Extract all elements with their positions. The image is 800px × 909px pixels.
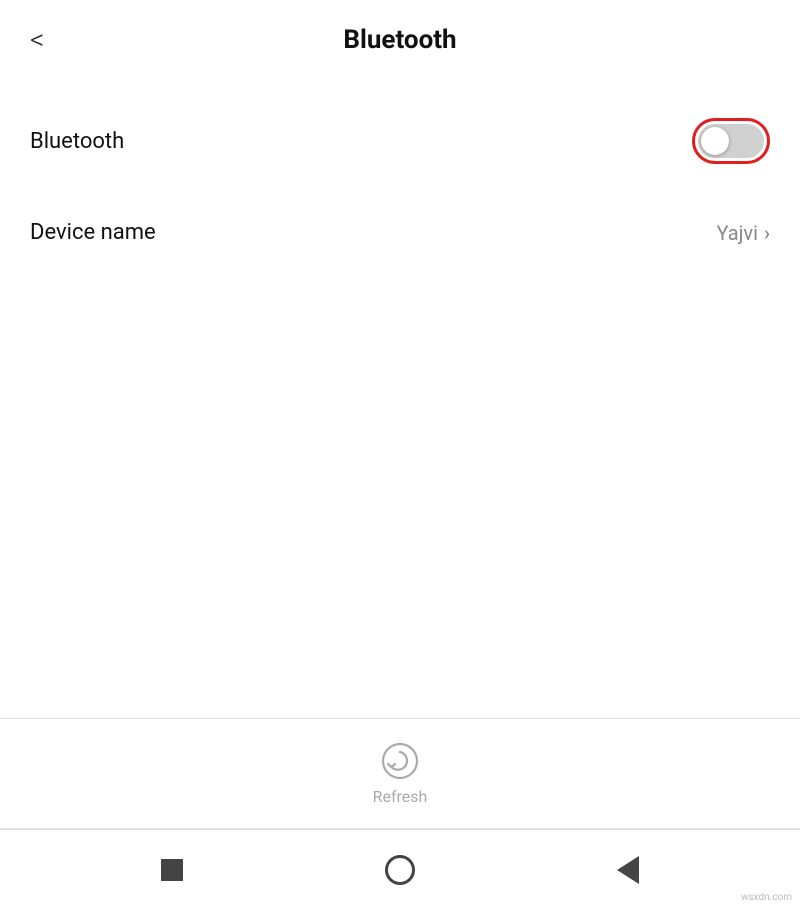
device-name-row[interactable]: Device name Yajvi › [0, 192, 800, 273]
bluetooth-label: Bluetooth [30, 129, 124, 154]
header: < Bluetooth [0, 0, 800, 80]
bluetooth-toggle[interactable] [698, 124, 764, 158]
back-button[interactable]: < [30, 26, 44, 54]
screen: < Bluetooth Bluetooth Device name Yajvi … [0, 0, 800, 909]
chevron-right-icon: › [764, 221, 770, 245]
bluetooth-toggle-container [692, 118, 770, 164]
content: Bluetooth Device name Yajvi › [0, 80, 800, 718]
refresh-label: Refresh [373, 787, 428, 806]
nav-back-button[interactable] [617, 856, 639, 884]
watermark: wsxdn.com [741, 892, 792, 903]
page-title: Bluetooth [343, 25, 456, 55]
device-name-value: Yajvi › [716, 221, 770, 245]
bluetooth-row: Bluetooth [0, 90, 800, 192]
nav-home-button[interactable] [385, 855, 415, 885]
device-name-text: Yajvi [716, 221, 758, 245]
refresh-icon[interactable] [380, 741, 420, 781]
nav-square-button[interactable] [161, 859, 183, 881]
refresh-area: Refresh [0, 719, 800, 828]
device-name-label: Device name [30, 220, 156, 245]
toggle-knob [701, 127, 729, 155]
bottom-nav [0, 829, 800, 909]
